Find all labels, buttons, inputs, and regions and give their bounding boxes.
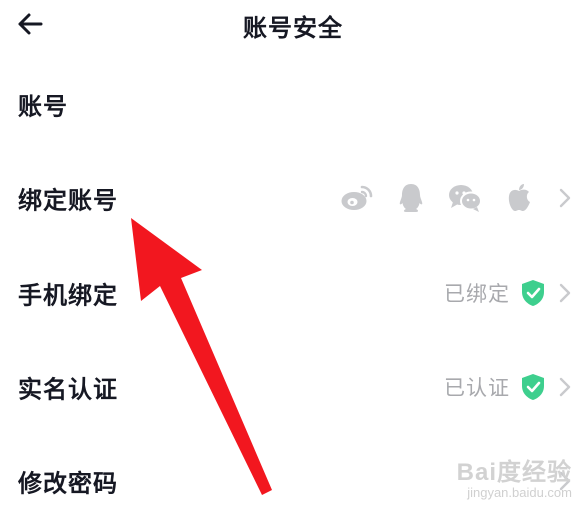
row-right: 已绑定 xyxy=(444,278,574,308)
real-name-auth-row[interactable]: 实名认证 已认证 xyxy=(0,357,586,417)
wechat-icon xyxy=(446,181,484,215)
baidu-jingyan-watermark: Bai度经验 jingyan.baidu.com xyxy=(457,452,572,500)
verified-shield-icon xyxy=(522,280,544,306)
watermark-main: Bai度经验 xyxy=(456,459,572,486)
bind-account-row[interactable]: 绑定账号 xyxy=(0,168,586,228)
row-label: 账号 xyxy=(18,92,68,121)
row-label: 修改密码 xyxy=(18,469,118,498)
social-icons xyxy=(338,181,538,215)
watermark-sub: jingyan.baidu.com xyxy=(467,485,572,500)
row-label: 绑定账号 xyxy=(18,186,118,215)
status-text: 已认证 xyxy=(444,376,510,400)
row-label: 手机绑定 xyxy=(18,281,118,310)
page-title: 账号安全 xyxy=(243,14,343,42)
chevron-right-icon xyxy=(556,188,574,208)
row-right: 已认证 xyxy=(444,372,574,402)
row-right xyxy=(338,181,574,215)
phone-binding-row[interactable]: 手机绑定 已绑定 xyxy=(0,263,586,323)
weibo-icon xyxy=(338,181,376,215)
status-text: 已绑定 xyxy=(444,282,510,306)
apple-icon xyxy=(500,181,538,215)
qq-icon xyxy=(392,181,430,215)
account-row[interactable]: 账号 xyxy=(0,74,586,134)
verified-shield-icon xyxy=(522,374,544,400)
chevron-right-icon xyxy=(556,283,574,303)
chevron-right-icon xyxy=(556,377,574,397)
row-label: 实名认证 xyxy=(18,375,118,404)
top-bar: 账号安全 xyxy=(0,0,586,50)
